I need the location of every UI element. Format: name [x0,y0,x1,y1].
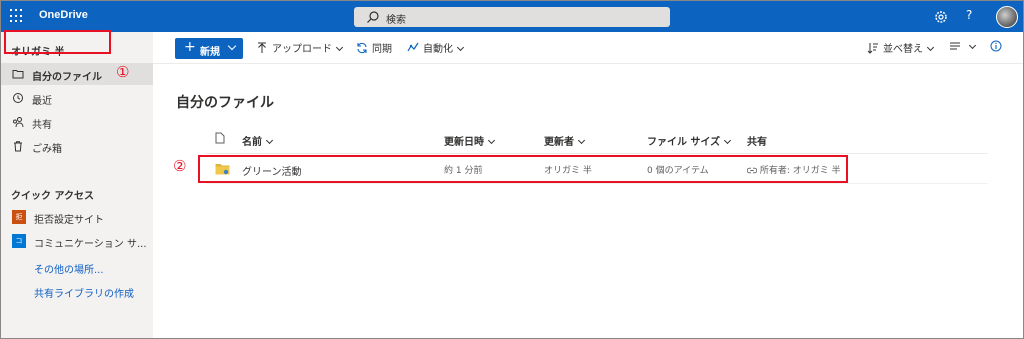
row-divider [206,183,988,184]
top-bar: OneDrive 検索 ? [1,1,1023,32]
search-placeholder: 検索 [386,15,406,26]
highlight-box-1 [4,30,111,54]
upload-icon [258,42,266,53]
automate-button[interactable]: 自動化 [407,40,465,55]
search-icon [367,11,379,23]
sidebar-item-recycle-bin[interactable]: ごみ箱 [1,135,153,157]
sidebar: オリガミ 半 自分のファイル 最近 共有 ごみ箱 クイック アクセス 拒 拒否設… [1,32,153,338]
chevron-down-icon [968,41,977,50]
help-icon[interactable]: ? [966,8,972,22]
automate-icon [407,42,419,52]
quick-access-title: クイック アクセス [11,191,94,202]
sidebar-item-my-files[interactable]: 自分のファイル [1,63,153,85]
chevron-down-icon [926,43,935,52]
chevron-down-icon [227,41,237,51]
column-header-modified-by[interactable]: 更新者 [544,133,586,148]
column-header-file-size[interactable]: ファイル サイズ [647,133,732,148]
app-name[interactable]: OneDrive [39,9,88,21]
list-view-icon [950,42,960,50]
chevron-down-icon [577,136,586,145]
sort-icon [867,43,878,54]
column-header-label: 更新者 [544,137,574,148]
new-button-label: 新規 [200,47,220,58]
annotation-marker-2: ② [173,157,187,175]
sidebar-item-label: 自分のファイル [32,72,102,83]
chevron-down-icon [487,136,496,145]
new-button[interactable]: + 新規 [175,38,243,59]
column-header-name[interactable]: 名前 [242,133,274,148]
folder-icon [12,70,24,79]
sync-button[interactable]: 同期 [356,40,392,55]
info-icon[interactable] [990,40,1002,52]
app-launcher-icon[interactable] [10,9,24,23]
column-header-modified[interactable]: 更新日時 [444,133,496,148]
sidebar-item-label: ごみ箱 [32,144,62,155]
chevron-down-icon [335,43,344,52]
column-header-label: 更新日時 [444,137,484,148]
upload-label: アップロード [272,44,332,55]
chevron-down-icon [724,136,732,145]
sort-label: 並べ替え [883,44,923,55]
quick-access-item[interactable]: 拒 拒否設定サイト [1,206,153,228]
site-badge-icon: 拒 [12,210,26,224]
site-badge-icon: コ [12,234,26,248]
quick-access-label: 拒否設定サイト [34,215,104,226]
sidebar-item-label: 最近 [32,96,52,107]
annotation-marker-1: ① [116,63,130,81]
shared-people-icon [13,117,24,128]
highlight-box-2 [198,155,848,183]
column-header-label: 名前 [242,137,262,148]
quick-access-item[interactable]: コ コミュニケーション サ... [1,230,153,252]
settings-gear-icon[interactable] [933,9,949,25]
search-input[interactable]: 検索 [354,7,670,27]
automate-label: 自動化 [423,44,453,55]
column-header-label: 共有 [747,137,767,148]
sort-button[interactable]: 並べ替え [867,40,935,55]
header-divider [206,153,988,154]
command-bar: + 新規 アップロード 同期 自動化 並べ替え [153,32,1023,64]
create-shared-library-link[interactable]: 共有ライブラリの作成 [34,285,134,300]
plus-icon: + [184,39,196,55]
view-options-button[interactable] [949,40,977,53]
sidebar-item-label: 共有 [32,120,52,131]
upload-button[interactable]: アップロード [256,40,344,55]
avatar[interactable] [996,6,1018,28]
sync-icon [357,42,367,54]
sync-label: 同期 [372,44,392,55]
trash-icon [14,141,22,152]
more-places-link[interactable]: その他の場所... [34,261,104,276]
file-type-header-icon [215,132,225,144]
column-header-label: ファイル サイズ [647,137,721,148]
column-header-sharing[interactable]: 共有 [747,133,767,148]
page-title: 自分のファイル [176,95,274,111]
chevron-down-icon [456,43,465,52]
history-icon [13,93,23,103]
sidebar-item-shared[interactable]: 共有 [1,111,153,133]
quick-access-label: コミュニケーション サ... [34,239,147,250]
sidebar-item-recent[interactable]: 最近 [1,87,153,109]
chevron-down-icon [265,136,274,145]
